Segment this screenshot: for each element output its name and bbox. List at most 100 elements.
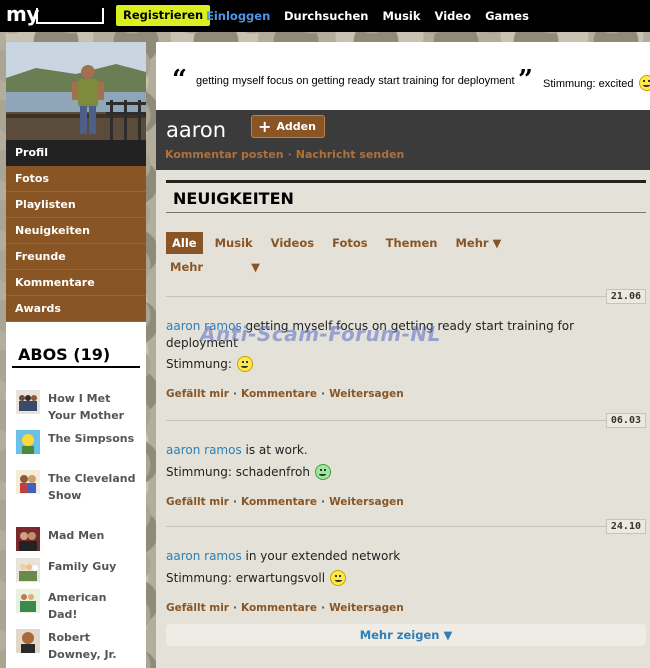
like-link[interactable]: Gefällt mir <box>166 388 229 400</box>
sidebar-item-profile[interactable]: Profil <box>6 140 146 166</box>
plus-icon: + <box>258 116 272 136</box>
grin-smiley-icon <box>314 464 331 480</box>
entry-user-link[interactable]: aaron ramos <box>166 549 242 563</box>
sidebar-item-friends[interactable]: Freunde <box>6 244 146 270</box>
entry-mood-label: Stimmung: schadenfroh <box>166 465 310 479</box>
nav-video[interactable]: Video <box>435 9 472 23</box>
quote-close-icon: ” <box>518 65 533 95</box>
entry-mood-label: Stimmung: erwartungsvoll <box>166 571 326 585</box>
subscriptions-title: ABOS (19) <box>12 342 140 368</box>
entry-message: in your extended network <box>241 549 401 563</box>
share-link[interactable]: Weitersagen <box>329 388 404 400</box>
subscription-item[interactable]: American Dad! <box>16 589 138 623</box>
smiley-icon <box>330 570 347 586</box>
news-entry: 24.10 aaron ramos in your extended netwo… <box>166 519 646 614</box>
comments-link[interactable]: Kommentare <box>241 388 317 400</box>
news-panel: NEUIGKEITEN Alle Musik Videos Fotos Them… <box>156 170 650 668</box>
separator: · <box>321 496 326 508</box>
like-link[interactable]: Gefällt mir <box>166 496 229 508</box>
quote-open-icon: “ <box>172 65 187 95</box>
entry-user-link[interactable]: aaron ramos <box>166 443 242 457</box>
status-mood-label: Stimmung: excited <box>543 78 634 90</box>
add-friend-button[interactable]: + Adden <box>251 115 325 138</box>
sidebar-item-comments[interactable]: Kommentare <box>6 270 146 296</box>
sidebar-item-photos[interactable]: Fotos <box>6 166 146 192</box>
divider <box>166 420 646 421</box>
subscriptions-panel: ABOS (19) <box>6 342 146 368</box>
register-button[interactable]: Registrieren <box>116 5 211 26</box>
post-comment-link[interactable]: Kommentar posten <box>165 148 284 161</box>
divider <box>166 296 646 297</box>
comments-link[interactable]: Kommentare <box>241 496 317 508</box>
subscription-item[interactable]: Mad Men <box>16 527 138 551</box>
tab-videos[interactable]: Videos <box>265 232 320 254</box>
entry-mood: Stimmung: schadenfroh <box>166 464 331 480</box>
news-title: NEUIGKEITEN <box>173 189 294 208</box>
watermark: Anti-Scam-Forum-NL <box>200 322 441 346</box>
separator: · <box>233 496 237 508</box>
logo-frame <box>36 8 104 24</box>
sidebar-item-playlists[interactable]: Playlisten <box>6 192 146 218</box>
nav-music[interactable]: Musik <box>382 9 420 23</box>
status-mood: Stimmung: excited <box>543 75 650 91</box>
separator: · <box>233 388 237 400</box>
entry-message: is at work. <box>241 443 308 457</box>
subscription-name: How I Met Your Mother <box>48 392 125 422</box>
entry-date: 21.06 <box>605 289 646 304</box>
divider <box>166 180 646 183</box>
entry-mood-label: Stimmung: <box>166 357 232 371</box>
show-more-button[interactable]: Mehr zeigen ▼ <box>166 624 646 646</box>
separator: · <box>321 388 326 400</box>
show-thumbnail-icon <box>16 390 40 414</box>
separator: · <box>321 602 326 614</box>
subscription-item[interactable]: The Simpsons <box>16 430 138 454</box>
subscription-item[interactable]: Family Guy <box>16 558 138 582</box>
chevron-down-icon[interactable]: ▼ <box>247 258 264 276</box>
status-bar: “ getting myself focus on getting ready … <box>156 42 650 110</box>
tab-topics[interactable]: Themen <box>380 232 444 254</box>
share-link[interactable]: Weitersagen <box>329 602 404 614</box>
comments-link[interactable]: Kommentare <box>241 602 317 614</box>
top-bar: my Registrieren Einloggen Durchsuchen Mu… <box>0 0 650 32</box>
nav-games[interactable]: Games <box>485 9 529 23</box>
nav-browse[interactable]: Durchsuchen <box>284 9 368 23</box>
sidebar-item-awards[interactable]: Awards <box>6 296 146 322</box>
send-message-link[interactable]: Nachricht senden <box>296 148 405 161</box>
entry-date: 24.10 <box>605 519 646 534</box>
subscription-name: American Dad! <box>48 591 107 621</box>
more-filter-label[interactable]: Mehr <box>166 258 207 276</box>
add-friend-label: Adden <box>276 120 316 133</box>
tab-more[interactable]: Mehr ▼ <box>449 232 507 254</box>
show-thumbnail-icon <box>16 470 40 494</box>
entry-actions: Gefällt mir · Kommentare · Weitersagen <box>166 388 404 400</box>
subscription-name: Robert Downey, Jr. <box>48 631 117 661</box>
show-thumbnail-icon <box>16 558 40 582</box>
separator: · <box>233 602 237 614</box>
login-link[interactable]: Einloggen <box>206 9 270 23</box>
tab-music[interactable]: Musik <box>209 232 259 254</box>
subscription-item[interactable]: How I Met Your Mother <box>16 390 138 424</box>
site-logo[interactable]: my <box>6 2 39 26</box>
top-nav: Durchsuchen Musik Video Games <box>284 9 529 23</box>
left-column: Profil Fotos Playlisten Neuigkeiten Freu… <box>6 42 146 668</box>
show-thumbnail-icon <box>16 430 40 454</box>
subscription-item[interactable]: The Cleveland Show <box>16 470 138 504</box>
tab-photos[interactable]: Fotos <box>326 232 374 254</box>
subscription-item[interactable]: Robert Downey, Jr. <box>16 629 138 663</box>
entry-mood: Stimmung: <box>166 356 253 372</box>
like-link[interactable]: Gefällt mir <box>166 602 229 614</box>
news-entry: 06.03 aaron ramos is at work. Stimmung: … <box>166 413 646 508</box>
entry-text: aaron ramos is at work. <box>166 442 626 459</box>
sidebar-nav: Profil Fotos Playlisten Neuigkeiten Freu… <box>6 140 146 322</box>
tab-all[interactable]: Alle <box>166 232 203 254</box>
share-link[interactable]: Weitersagen <box>329 496 404 508</box>
divider <box>166 526 646 527</box>
entry-actions: Gefällt mir · Kommentare · Weitersagen <box>166 496 404 508</box>
subscription-name: Family Guy <box>48 560 117 573</box>
separator: · <box>287 148 292 161</box>
entry-actions: Gefällt mir · Kommentare · Weitersagen <box>166 602 404 614</box>
profile-header: aaron + Adden Kommentar posten · Nachricht… <box>156 110 650 170</box>
sidebar-item-news[interactable]: Neuigkeiten <box>6 218 146 244</box>
profile-photo-image <box>6 42 146 140</box>
profile-photo[interactable] <box>6 42 146 140</box>
